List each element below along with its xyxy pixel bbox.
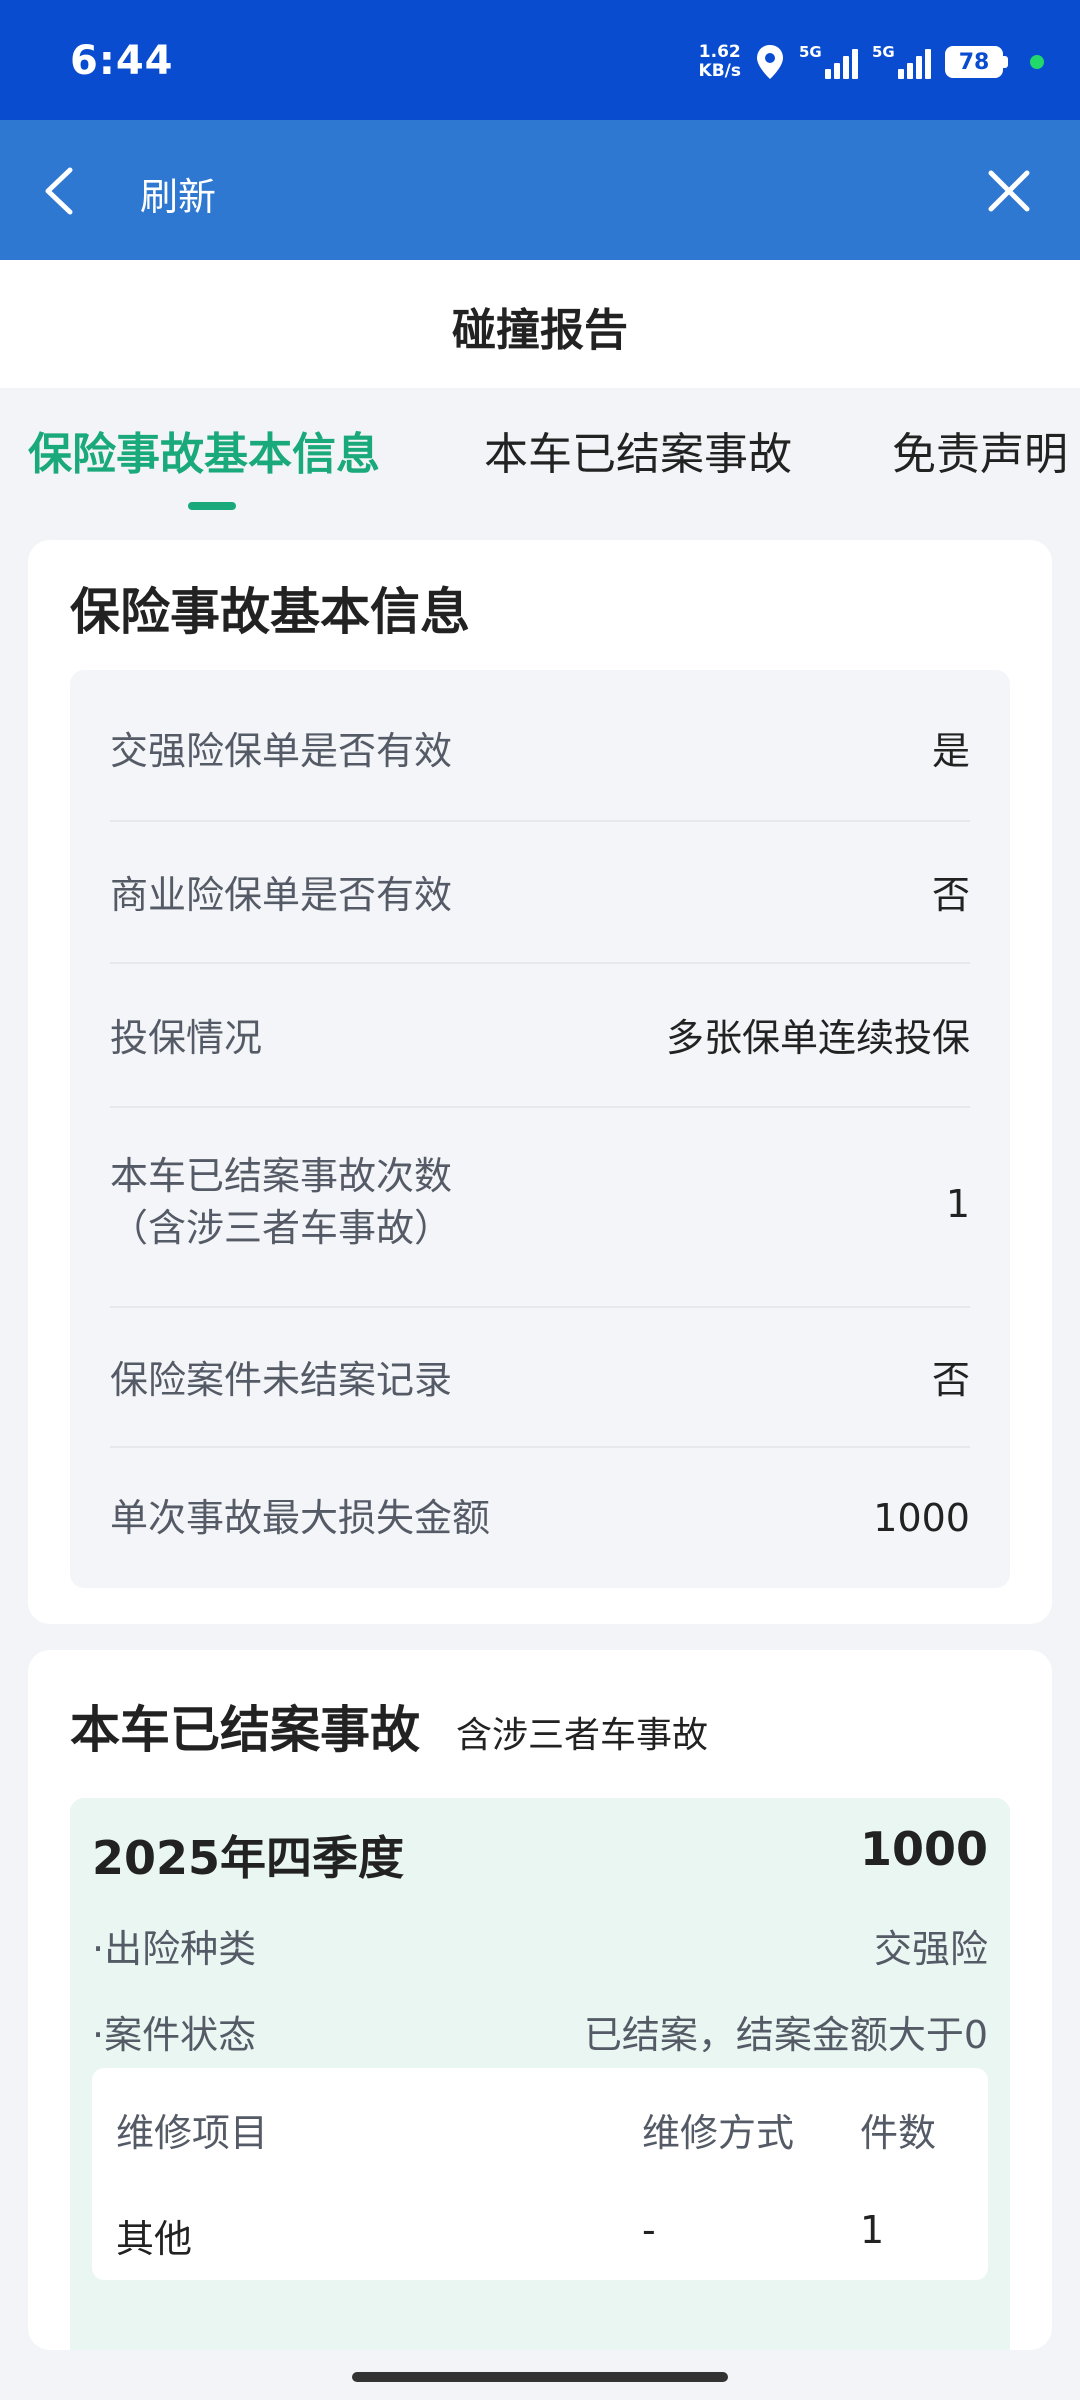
close-button[interactable] [974,156,1044,226]
info-label: 商业险保单是否有效 [110,873,453,917]
info-label: 保险案件未结案记录 [110,1358,453,1402]
info-label: 投保情况 [110,1016,263,1060]
repair-header-item: 维修项目 [116,2111,269,2155]
status-bar: 6:44 1.62 KB/s 5G 5G 78 [0,0,1080,120]
info-row: 单次事故最大损失金额 1000 [110,1448,970,1588]
basic-info-list: 交强险保单是否有效 是 商业险保单是否有效 否 投保情况 多张保单连续投保 本车… [70,670,1010,1588]
page-header: 碰撞报告 [0,260,1080,388]
page-title: 碰撞报告 [452,305,628,356]
claim-amount: 1000 [859,1822,988,1876]
info-row: 商业险保单是否有效 否 [110,822,970,964]
info-row: 本车已结案事故次数 （含涉三者车事故） 1 [110,1108,970,1308]
tab-indicator [188,502,236,510]
claim-status-label: ·案件状态 [92,2013,257,2057]
notification-dot [1030,55,1044,69]
tab-closed-claims[interactable]: 本车已结案事故 [484,418,792,482]
signal-sim2-icon: 5G [872,43,931,79]
closed-claims-title: 本车已结案事故 [70,1701,420,1759]
tab-disclaimer[interactable]: 免责声明 [892,418,1068,482]
claim-period: 2025年四季度 [92,1831,405,1885]
chevron-left-icon [45,167,73,215]
closed-claims-subtitle: 含涉三者车事故 [456,1715,709,1756]
signal-sim1-icon: 5G [799,43,858,79]
info-value: 否 [931,873,970,917]
close-icon [988,170,1030,212]
closed-claims-card: 本车已结案事故 含涉三者车事故 2025年四季度 1000 ·出险种类 交强险 … [28,1650,1052,2350]
status-time: 6:44 [70,38,174,84]
info-label: 本车已结案事故次数 [110,1154,453,1198]
info-value: 否 [931,1358,970,1402]
info-label: 单次事故最大损失金额 [110,1496,491,1540]
claim-item: 2025年四季度 1000 ·出险种类 交强险 ·案件状态 已结案，结案金额大于… [70,1798,1010,2350]
claim-type-label: ·出险种类 [92,1927,257,1971]
info-value: 1 [945,1182,970,1226]
claim-type-value: 交强险 [873,1927,988,1971]
tab-bar: 保险事故基本信息 本车已结案事故 免责声明 [0,388,1080,520]
repair-table: 维修项目 维修方式 件数 其他 - 1 [92,2068,988,2280]
repair-header-count: 件数 [860,2111,937,2155]
repair-cell-item: 其他 [116,2217,193,2261]
repair-cell-count: 1 [860,2208,885,2252]
basic-info-title: 保险事故基本信息 [70,583,470,641]
repair-header-method: 维修方式 [642,2111,795,2155]
repair-cell-method: - [642,2208,656,2252]
info-value: 是 [931,729,970,773]
basic-info-card: 保险事故基本信息 交强险保单是否有效 是 商业险保单是否有效 否 投保情况 多张… [28,540,1052,1624]
network-speed: 1.62 KB/s [698,42,741,81]
battery-icon: 78 [945,46,1008,78]
refresh-button[interactable]: 刷新 [140,166,216,221]
tab-basic-info[interactable]: 保险事故基本信息 [28,418,380,482]
info-label: 交强险保单是否有效 [110,729,453,773]
info-row: 保险案件未结案记录 否 [110,1308,970,1448]
info-value: 多张保单连续投保 [665,1016,970,1060]
info-value: 1000 [873,1496,970,1540]
claim-status-value: 已结案，结案金额大于0 [583,2013,988,2057]
info-row: 交强险保单是否有效 是 [110,680,970,822]
app-bar: 刷新 [0,120,1080,260]
location-icon [757,45,783,79]
status-icons: 1.62 KB/s 5G 5G 78 [699,36,1044,88]
back-button[interactable] [28,156,98,226]
info-label-note: （含涉三者车事故） [110,1206,453,1250]
home-indicator[interactable] [352,2372,728,2382]
info-row: 投保情况 多张保单连续投保 [110,964,970,1108]
